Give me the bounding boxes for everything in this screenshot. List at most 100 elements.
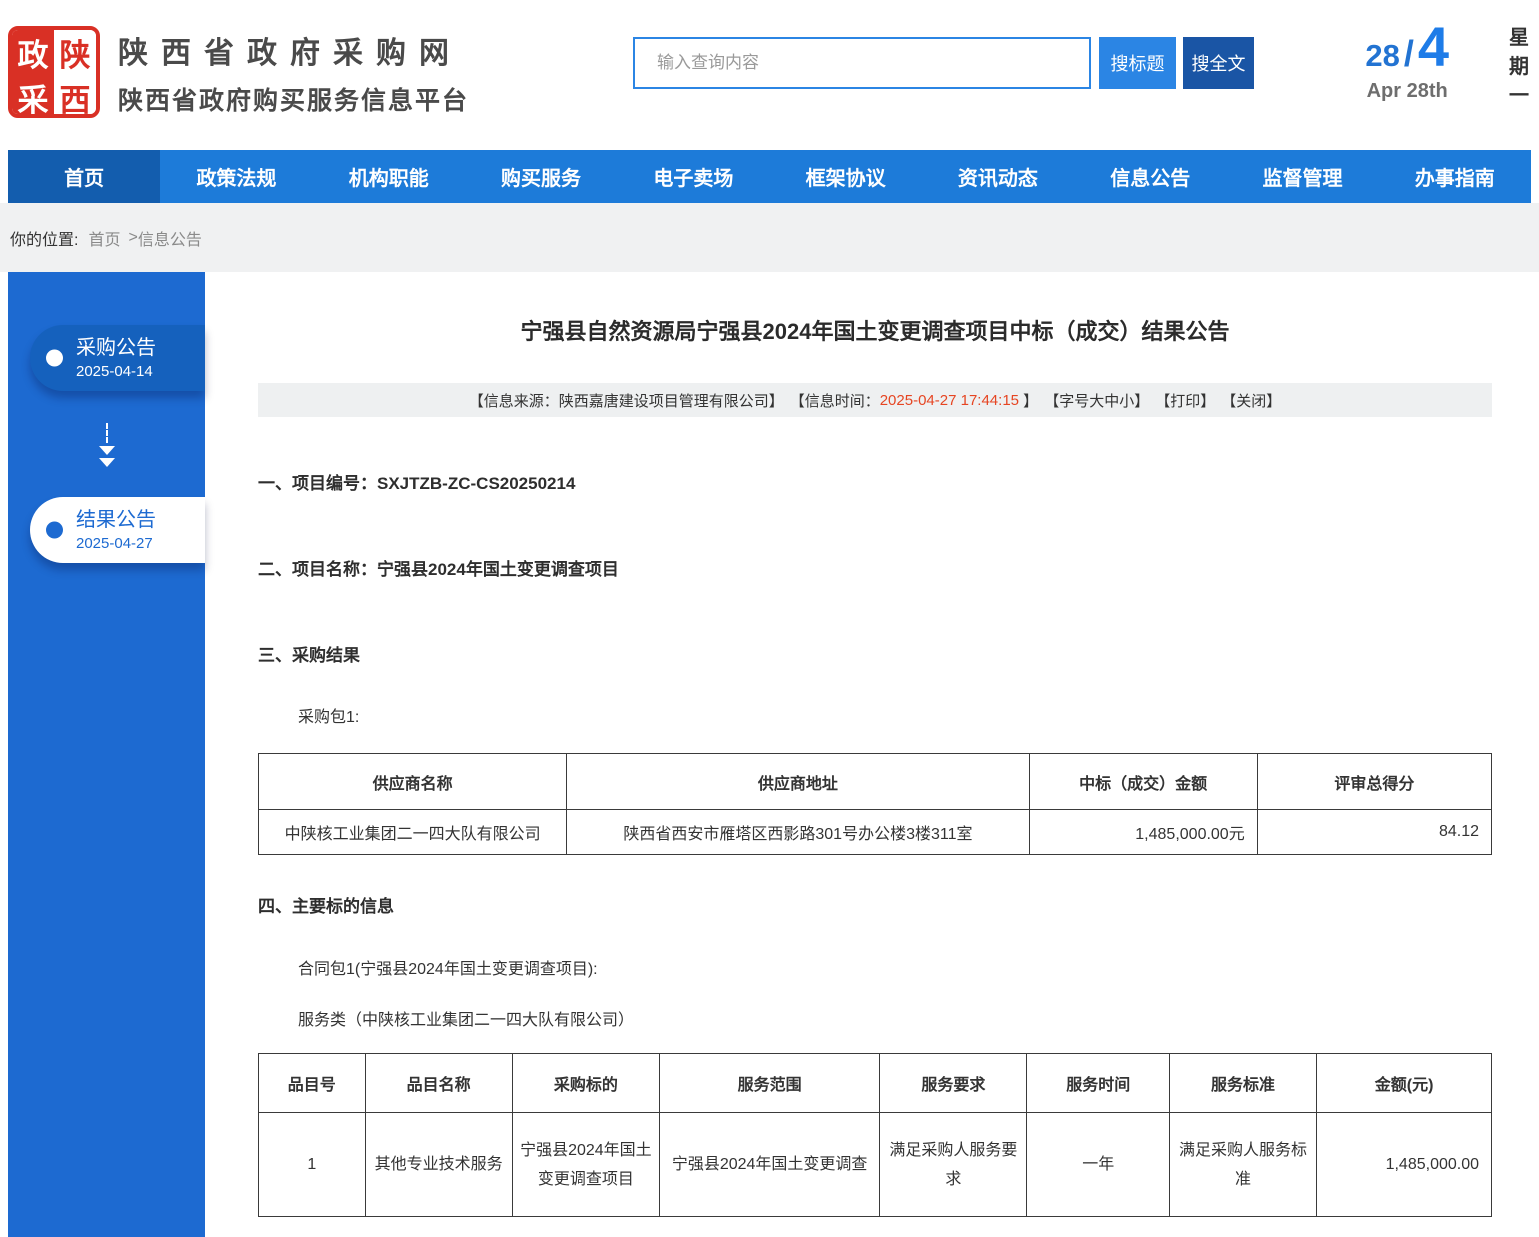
site-header: 政 陕 采 西 陕西省政府采购网 陕西省政府购买服务信息平台 搜标题 搜全文 2… <box>0 0 1539 150</box>
fontsize-label: 【字号 <box>1044 390 1089 411</box>
items-table: 品目号 品目名称 采购标的 服务范围 服务要求 服务时间 服务标准 金额(元) … <box>258 1053 1492 1217</box>
section-main-subject-info: 四、主要标的信息 <box>258 892 1492 917</box>
column-header: 金额(元) <box>1317 1054 1492 1113</box>
item-name-cell: 其他专业技术服务 <box>365 1113 512 1217</box>
breadcrumb-current-link[interactable]: 信息公告 <box>138 226 202 250</box>
project-name-value: 宁强县2024年国土变更调查项目 <box>377 560 619 579</box>
announcement-timeline-sidebar: 采购公告 2025-04-14 结果公告 2025-04-27 <box>8 272 205 1237</box>
fontsize-medium-button[interactable]: 中 <box>1104 390 1119 411</box>
column-header: 评审总得分 <box>1257 754 1491 810</box>
service-duration-cell: 一年 <box>1027 1113 1169 1217</box>
brand-text: 陕西省政府采购网 陕西省政府购买服务信息平台 <box>118 28 469 117</box>
section-project-number: 一、项目编号：SXJTZB-ZC-CS20250214 <box>258 469 1492 494</box>
sidebar-item-procurement-announcement[interactable]: 采购公告 2025-04-14 <box>30 325 205 391</box>
package-line: 采购包1: <box>298 703 1492 727</box>
service-requirement-cell: 满足采购人服务要求 <box>880 1113 1027 1217</box>
breadcrumb: 你的位置: 首页 > 信息公告 <box>0 203 1539 272</box>
page: 政 陕 采 西 陕西省政府采购网 陕西省政府购买服务信息平台 搜标题 搜全文 2… <box>0 0 1539 1186</box>
logo-char: 政 <box>12 30 54 75</box>
section-label: 一、项目编号： <box>258 474 377 493</box>
supplier-name-cell: 中陕核工业集团二一四大队有限公司 <box>259 810 567 855</box>
date-day: 28 <box>1365 38 1399 74</box>
table-header-row: 供应商名称 供应商地址 中标（成交）金额 评审总得分 <box>259 754 1492 810</box>
table-row: 1 其他专业技术服务 宁强县2024年国土变更调查项目 宁强县2024年国土变更… <box>259 1113 1492 1217</box>
sidebar-item-title: 采购公告 <box>76 336 205 360</box>
fontsize-suffix: 】 <box>1134 390 1149 411</box>
article: 宁强县自然资源局宁强县2024年国土变更调查项目中标（成交）结果公告 【信息来源… <box>205 272 1539 1237</box>
article-info-bar: 【信息来源：陕西嘉唐建设项目管理有限公司】 【信息时间： 2025-04-27 … <box>258 383 1492 417</box>
breadcrumb-separator: > <box>128 229 137 247</box>
main-nav: 首页 政策法规 机构职能 购买服务 电子卖场 框架协议 资讯动态 信息公告 监督… <box>8 150 1531 203</box>
info-source: 【信息来源：陕西嘉唐建设项目管理有限公司】 <box>469 390 784 411</box>
nav-item-framework[interactable]: 框架协议 <box>769 150 921 203</box>
fontsize-small-button[interactable]: 小 <box>1119 390 1134 411</box>
search-fulltext-button[interactable]: 搜全文 <box>1183 37 1254 89</box>
column-header: 品目名称 <box>365 1054 512 1113</box>
project-number-value: SXJTZB-ZC-CS20250214 <box>377 474 575 493</box>
service-scope-cell: 宁强县2024年国土变更调查 <box>660 1113 880 1217</box>
print-button[interactable]: 【打印】 <box>1155 390 1215 411</box>
nav-item-functions[interactable]: 机构职能 <box>313 150 465 203</box>
search-input[interactable] <box>633 37 1091 89</box>
supplier-address-cell: 陕西省西安市雁塔区西影路301号办公楼3楼311室 <box>567 810 1029 855</box>
info-time-value: 2025-04-27 17:44:15 <box>880 392 1019 409</box>
table-header-row: 品目号 品目名称 采购标的 服务范围 服务要求 服务时间 服务标准 金额(元) <box>259 1054 1492 1113</box>
site-logo-icon: 政 陕 采 西 <box>8 26 100 118</box>
nav-item-e-market[interactable]: 电子卖场 <box>617 150 769 203</box>
site-subtitle: 陕西省政府购买服务信息平台 <box>118 81 469 117</box>
item-amount-cell: 1,485,000.00 <box>1317 1113 1492 1217</box>
search-title-button[interactable]: 搜标题 <box>1099 37 1176 89</box>
search-bar: 搜标题 搜全文 <box>633 37 1254 89</box>
logo-char: 陕 <box>54 30 96 75</box>
bullet-dot-icon <box>46 522 63 539</box>
nav-item-announcements[interactable]: 信息公告 <box>1074 150 1226 203</box>
section-project-name: 二、项目名称：宁强县2024年国土变更调查项目 <box>258 555 1492 580</box>
nav-item-purchase-services[interactable]: 购买服务 <box>465 150 617 203</box>
column-header: 服务时间 <box>1027 1054 1169 1113</box>
sidebar-item-date: 2025-04-27 <box>76 535 205 552</box>
nav-item-news[interactable]: 资讯动态 <box>922 150 1074 203</box>
nav-item-home[interactable]: 首页 <box>8 150 160 203</box>
sidebar-item-result-announcement[interactable]: 结果公告 2025-04-27 <box>30 497 205 563</box>
column-header: 供应商名称 <box>259 754 567 810</box>
logo-char: 西 <box>54 75 96 118</box>
result-table: 供应商名称 供应商地址 中标（成交）金额 评审总得分 中陕核工业集团二一四大队有… <box>258 753 1492 855</box>
column-header: 中标（成交）金额 <box>1029 754 1257 810</box>
breadcrumb-home-link[interactable]: 首页 <box>88 226 120 250</box>
procurement-target-cell: 宁强县2024年国土变更调查项目 <box>512 1113 659 1217</box>
info-time-suffix: 】 <box>1019 390 1038 411</box>
nav-item-guide[interactable]: 办事指南 <box>1379 150 1531 203</box>
section-procurement-result: 三、采购结果 <box>258 641 1492 666</box>
date-widget: 28 / 4 Apr 28th 星期一 <box>1365 18 1531 111</box>
site-title: 陕西省政府采购网 <box>118 28 469 72</box>
fontsize-large-button[interactable]: 大 <box>1089 390 1104 411</box>
info-time-prefix: 【信息时间： <box>790 390 880 411</box>
close-button[interactable]: 【关闭】 <box>1221 390 1281 411</box>
article-title: 宁强县自然资源局宁强县2024年国土变更调查项目中标（成交）结果公告 <box>258 314 1492 346</box>
table-row: 中陕核工业集团二一四大队有限公司 陕西省西安市雁塔区西影路301号办公楼3楼31… <box>259 810 1492 855</box>
review-score-cell: 84.12 <box>1257 810 1491 855</box>
column-header: 服务要求 <box>880 1054 1027 1113</box>
content-area: 采购公告 2025-04-14 结果公告 2025-04-27 宁强县自然资源局… <box>0 272 1539 1237</box>
nav-item-policy[interactable]: 政策法规 <box>160 150 312 203</box>
date-month: 4 <box>1418 18 1449 76</box>
contract-package-line: 合同包1(宁强县2024年国土变更调查项目): <box>298 955 1492 979</box>
column-header: 服务范围 <box>660 1054 880 1113</box>
column-header: 品目号 <box>259 1054 366 1113</box>
column-header: 采购标的 <box>512 1054 659 1113</box>
column-header: 供应商地址 <box>567 754 1029 810</box>
sidebar-item-date: 2025-04-14 <box>76 363 205 380</box>
nav-item-supervision[interactable]: 监督管理 <box>1226 150 1378 203</box>
breadcrumb-label: 你的位置: <box>10 226 78 250</box>
item-no-cell: 1 <box>259 1113 366 1217</box>
date-weekday: 星期一 <box>1507 24 1531 111</box>
service-standard-cell: 满足采购人服务标准 <box>1169 1113 1316 1217</box>
date-english: Apr 28th <box>1365 80 1449 103</box>
brand: 政 陕 采 西 陕西省政府采购网 陕西省政府购买服务信息平台 <box>8 26 469 118</box>
service-category-line: 服务类（中陕核工业集团二一四大队有限公司） <box>298 1006 1492 1030</box>
section-label: 二、项目名称： <box>258 560 377 579</box>
bullet-dot-icon <box>46 350 63 367</box>
date-slash: / <box>1404 33 1414 75</box>
column-header: 服务标准 <box>1169 1054 1316 1113</box>
sidebar-item-title: 结果公告 <box>76 508 205 532</box>
